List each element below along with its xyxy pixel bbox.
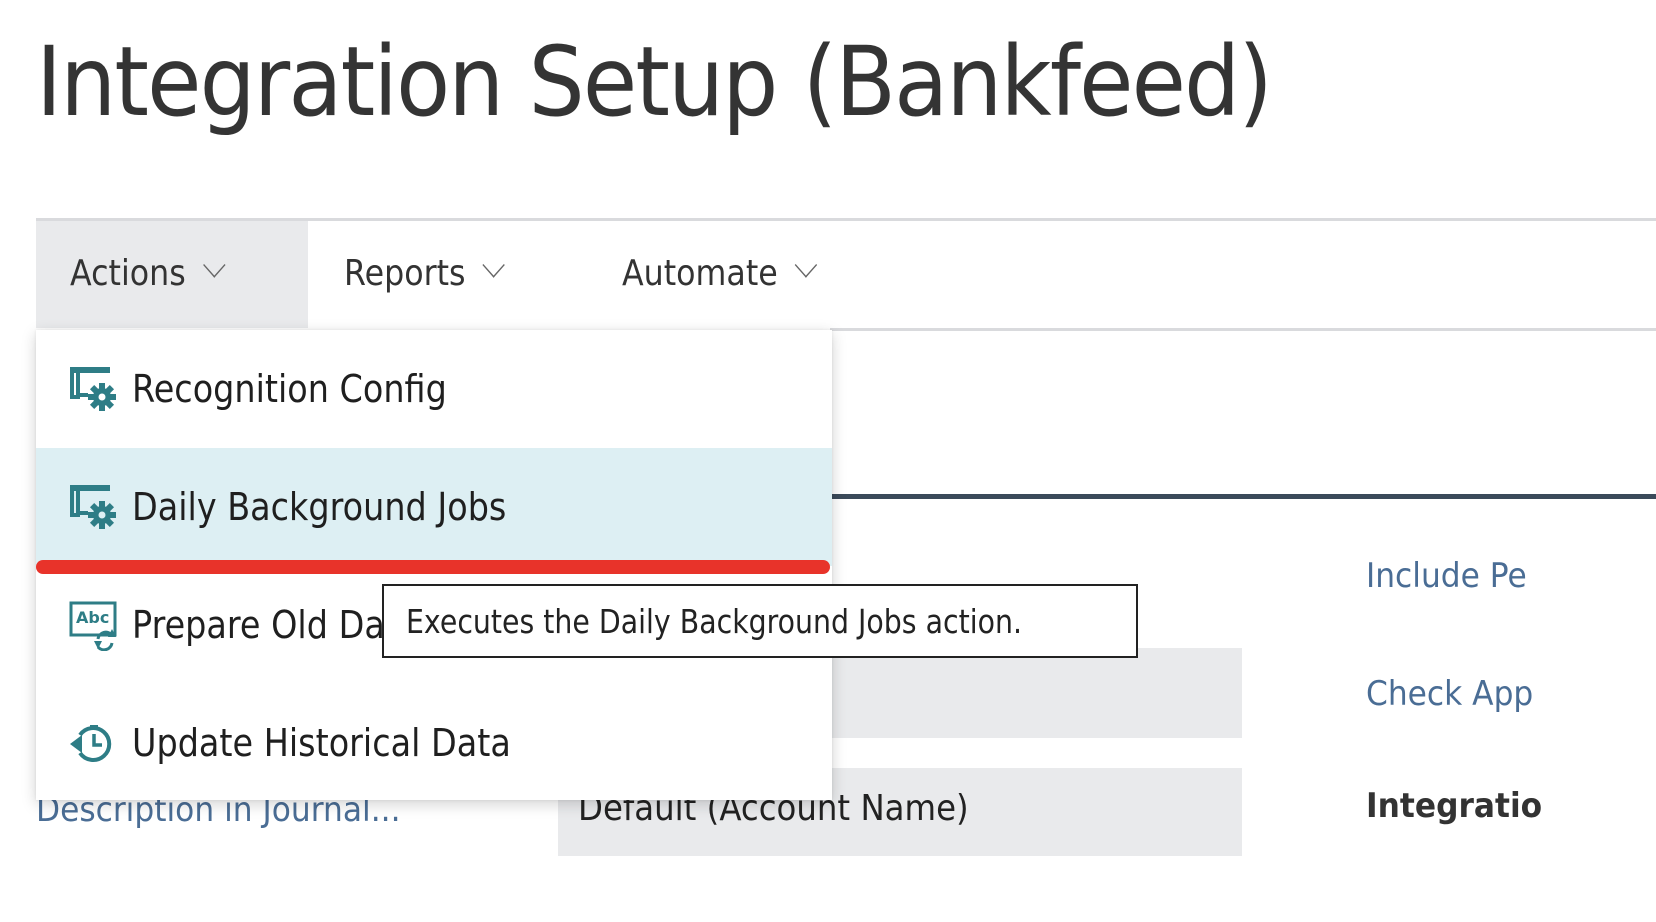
tooltip: Executes the Daily Background Jobs actio…: [382, 584, 1138, 658]
action-bar-divider: [830, 328, 1656, 331]
fasttab-divider: [830, 494, 1656, 499]
highlight-underline: [36, 560, 830, 574]
menu-item-label: Recognition Config: [132, 367, 447, 411]
menu-item-update-historical-data[interactable]: Update Historical Data: [36, 684, 832, 802]
tab-actions[interactable]: Actions: [70, 218, 226, 328]
check-app-label: Check App: [1366, 674, 1534, 714]
setup-gear-icon: [70, 485, 116, 529]
tab-automate-label: Automate: [622, 252, 778, 294]
tab-actions-label: Actions: [70, 252, 186, 294]
setup-gear-icon: [70, 367, 116, 411]
integration-group-caption: Integratio: [1366, 786, 1543, 826]
menu-item-daily-background-jobs[interactable]: Daily Background Jobs: [36, 448, 832, 566]
page-title: Integration Setup (Bankfeed): [36, 26, 1273, 138]
svg-text:Abc: Abc: [76, 608, 109, 627]
history-clock-icon: [70, 725, 112, 762]
tab-automate[interactable]: Automate: [622, 218, 818, 328]
menu-item-recognition-config[interactable]: Recognition Config: [36, 330, 832, 448]
chevron-down-icon: [202, 252, 226, 278]
chevron-down-icon: [482, 252, 505, 278]
text-refresh-icon: Abc: [69, 601, 117, 651]
include-pe-label: Include Pe: [1366, 556, 1527, 596]
tab-reports[interactable]: Reports: [344, 218, 505, 328]
chevron-down-icon: [794, 252, 818, 278]
tooltip-text: Executes the Daily Background Jobs actio…: [406, 601, 1023, 641]
tab-reports-label: Reports: [344, 252, 466, 294]
menu-item-label: Daily Background Jobs: [132, 485, 507, 529]
menu-item-label: Prepare Old Data: [132, 603, 419, 647]
menu-item-label: Update Historical Data: [132, 721, 511, 765]
